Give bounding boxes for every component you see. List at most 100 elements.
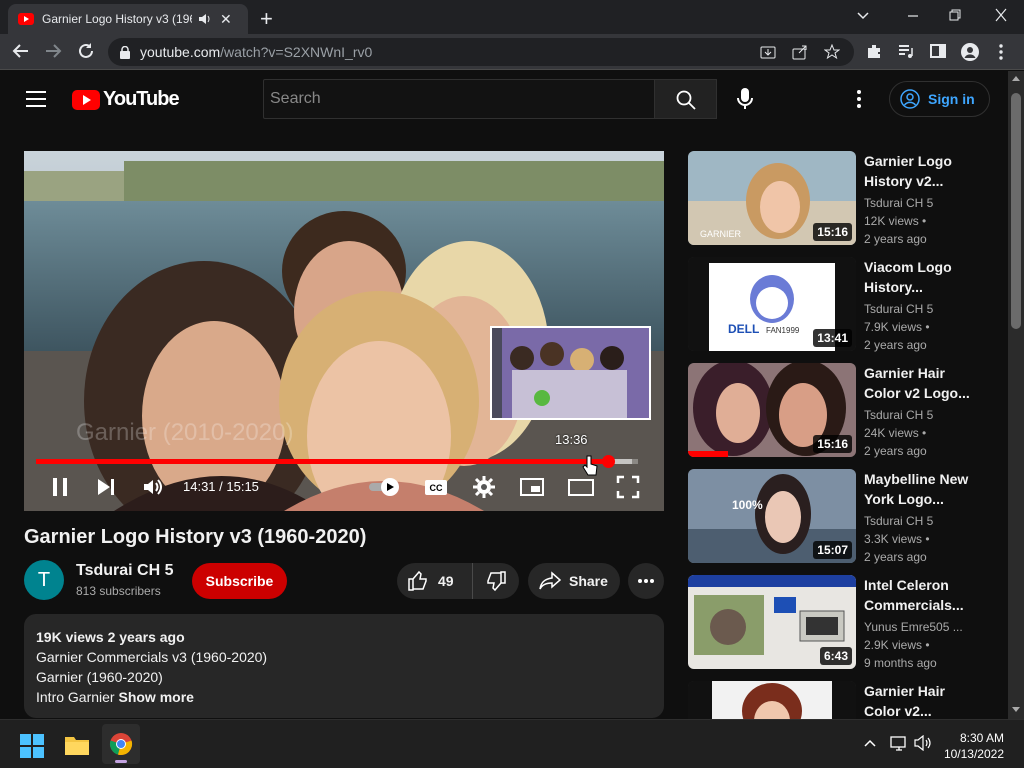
video-thumbnail[interactable]: 100% 15:07 [688,469,856,563]
related-title[interactable]: Garnier Hair Color v2 Logo... [864,363,984,403]
share-button[interactable]: Share [528,563,620,599]
subtitles-icon[interactable]: CC [424,475,448,499]
chrome-icon [109,732,133,756]
close-window-icon[interactable] [994,5,1008,25]
video-thumbnail[interactable]: DELL FAN1999 13:41 [688,257,856,351]
related-video[interactable]: 15:16 Garnier Hair Color v2 Logo... Tsdu… [688,363,988,458]
related-channel[interactable]: Yunus Emre505 ... [864,620,963,634]
minimize-icon[interactable] [906,5,920,25]
search-button[interactable] [654,79,717,119]
browser-tab[interactable]: Garnier Logo History v3 (1960-2020) ✕ [8,4,248,34]
video-thumbnail[interactable]: 6:43 [688,575,856,669]
tab-search-icon[interactable] [856,5,870,25]
scroll-down-icon[interactable] [1012,707,1020,713]
network-icon[interactable] [890,735,908,751]
chrome-taskbar-button[interactable] [102,724,140,764]
lock-icon[interactable] [120,45,130,59]
related-video[interactable]: GARNIER 15:16 Garnier Logo History v2...… [688,151,988,246]
video-thumbnail[interactable] [688,681,856,719]
channel-name[interactable]: Tsdurai CH 5 [76,562,174,580]
tab-close-icon[interactable]: ✕ [220,11,232,28]
dislike-button[interactable] [473,570,507,592]
scrubber-handle[interactable] [601,455,615,468]
video-thumbnail[interactable]: GARNIER 15:16 [688,151,856,245]
voice-search-icon[interactable] [736,87,754,111]
page-scrollbar[interactable] [1008,71,1024,719]
subscriber-count: 813 subscribers [76,584,161,598]
media-control-icon[interactable] [898,43,914,59]
install-app-icon[interactable] [760,44,776,60]
related-title[interactable]: Viacom Logo History... [864,257,984,297]
search-icon [676,90,696,110]
browser-menu-icon[interactable] [998,43,1004,61]
search-input[interactable]: Search [263,79,655,119]
settings-gear-icon[interactable] [472,475,496,499]
settings-menu-icon[interactable] [856,89,862,109]
related-channel[interactable]: Tsdurai CH 5 [864,196,933,210]
video-thumbnail[interactable]: 15:16 [688,363,856,457]
video-player[interactable]: Garnier (2010-2020) 13:36 14:31 / 15:15 … [24,151,664,511]
related-video[interactable]: 6:43 Intel Celeron Commercials... Yunus … [688,575,988,670]
next-icon[interactable] [96,475,116,499]
related-channel[interactable]: Tsdurai CH 5 [864,408,933,422]
pause-icon[interactable] [50,475,70,499]
address-bar[interactable]: youtube.com/watch?v=S2XNWnI_rv0 [108,38,854,66]
windows-start-icon[interactable] [20,734,44,758]
more-actions-button[interactable] [628,563,664,599]
related-channel[interactable]: Tsdurai CH 5 [864,514,933,528]
reload-icon[interactable] [77,42,95,60]
bookmark-star-icon[interactable] [824,44,840,60]
theater-mode-icon[interactable] [568,475,594,499]
video-watermark-text: Garnier (2010-2020) [76,419,294,446]
seek-preview-thumbnail [490,326,651,420]
subscribe-button[interactable]: Subscribe [192,563,287,599]
side-panel-icon[interactable] [930,43,946,59]
related-channel[interactable]: Tsdurai CH 5 [864,302,933,316]
tray-overflow-icon[interactable] [864,738,876,748]
youtube-logo[interactable]: YouTube [72,88,180,111]
related-age: 2 years ago [864,444,927,458]
progress-bar[interactable] [36,455,638,468]
scrollbar-thumb[interactable] [1011,93,1021,329]
show-more-link[interactable]: Show more [118,689,193,705]
sign-in-label: Sign in [928,91,975,107]
related-views: 7.9K views • [864,320,930,334]
speaker-icon[interactable] [914,735,932,751]
related-age: 2 years ago [864,338,927,352]
related-video[interactable]: DELL FAN1999 13:41 Viacom Logo History...… [688,257,988,352]
autoplay-toggle[interactable] [368,475,402,499]
mouse-cursor-icon [582,455,598,477]
like-button[interactable]: 49 [397,563,473,599]
profile-icon[interactable] [961,43,979,61]
back-icon[interactable] [12,42,30,60]
extensions-icon[interactable] [866,43,882,59]
file-explorer-icon[interactable] [64,734,90,756]
related-video[interactable]: Garnier Hair Color v2... [688,681,988,719]
related-title[interactable]: Intel Celeron Commercials... [864,575,984,615]
video-duration: 15:16 [813,435,852,453]
description-box[interactable]: 19K views 2 years ago Garnier Commercial… [24,614,664,718]
svg-text:100%: 100% [732,498,763,512]
youtube-favicon-icon [18,13,34,25]
related-video[interactable]: 100% 15:07 Maybelline New York Logo... T… [688,469,988,564]
sign-in-button[interactable]: Sign in [889,81,990,117]
share-page-icon[interactable] [792,44,808,60]
related-title[interactable]: Maybelline New York Logo... [864,469,984,509]
menu-icon[interactable] [26,91,46,107]
related-title[interactable]: Garnier Logo History v2... [864,151,984,191]
system-clock[interactable]: 8:30 AM 10/13/2022 [944,730,1004,762]
video-title: Garnier Logo History v3 (1960-2020) [24,526,367,548]
scroll-up-icon[interactable] [1012,75,1020,81]
description-line-1: Garnier Commercials v3 (1960-2020) [36,649,268,665]
fullscreen-icon[interactable] [616,475,640,499]
volume-icon[interactable] [142,475,164,499]
new-tab-icon[interactable]: + [260,6,273,32]
miniplayer-icon[interactable] [520,475,544,499]
forward-icon[interactable] [44,42,62,60]
channel-avatar[interactable]: T [24,560,64,600]
restore-icon[interactable] [948,5,962,25]
video-duration: 13:41 [813,329,852,347]
tab-audio-icon[interactable] [198,13,212,25]
active-app-indicator [115,760,127,763]
related-title[interactable]: Garnier Hair Color v2... [864,681,984,719]
